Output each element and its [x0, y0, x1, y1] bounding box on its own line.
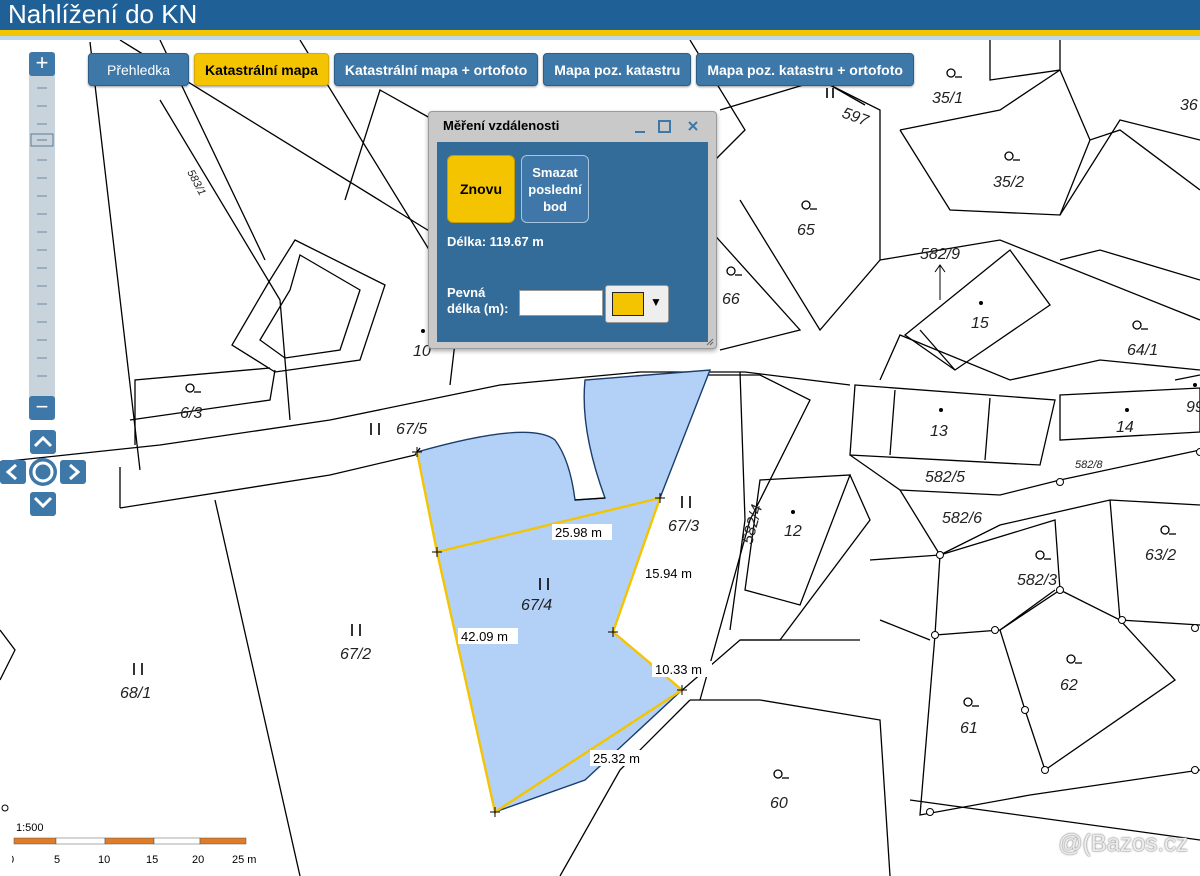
building-13: [849, 384, 1056, 466]
parcel-label: 6/3: [180, 405, 202, 422]
dialog-title: Měření vzdálenosti: [443, 118, 560, 133]
parcel-label: 36: [1180, 97, 1198, 114]
parcel-label: 60: [770, 795, 788, 812]
parcel-67-4-highlight[interactable]: [416, 369, 712, 813]
total-length: Délka: 119.67 m: [447, 234, 544, 249]
scale-tick: 0: [12, 854, 14, 866]
measurement-label: 10.33 m: [655, 662, 702, 677]
parcel-label: 65: [797, 222, 815, 239]
scale-tick: 10: [98, 854, 110, 866]
measurement-label: 25.32 m: [593, 751, 640, 766]
tab-mapa-poz-katastru[interactable]: Mapa poz. katastru: [543, 53, 692, 86]
zoom-out-button[interactable]: −: [29, 396, 55, 420]
parcel-label: 12: [784, 523, 802, 540]
tab-prehledka[interactable]: Přehledka: [88, 53, 190, 86]
parcel-label: 583/1: [184, 168, 208, 198]
zoom-slider-track[interactable]: [29, 52, 55, 420]
road-boundary-top: [0, 371, 851, 463]
parcel-label: 62: [1060, 677, 1078, 694]
parcel-label: 35/1: [932, 90, 963, 107]
parcel-label: 582/6: [942, 510, 982, 527]
color-swatch: [612, 292, 644, 316]
scale-tick: 20: [192, 854, 204, 866]
parcel-label: 67/2: [340, 646, 371, 663]
scale-ratio: 1:500: [16, 822, 44, 834]
close-icon[interactable]: [688, 121, 698, 131]
building-15: [903, 249, 1051, 371]
dropdown-arrow-icon: ▼: [650, 295, 662, 309]
tab-katastralni-mapa[interactable]: Katastrální mapa: [194, 53, 329, 86]
scale-bar: 1:500 0 5 10 15 20 25 m: [12, 822, 256, 866]
parcel-label: 14: [1116, 419, 1134, 436]
parcel-label: 582/9: [920, 246, 960, 263]
parcel-label: 68/1: [120, 685, 151, 702]
scale-tick: 25 m: [232, 854, 256, 866]
measurement-label: 25.98 m: [555, 525, 602, 540]
app-title: Nahlížení do KN: [8, 0, 198, 29]
parcel-label: 582/8: [1075, 459, 1103, 471]
parcel-label: 582/4: [739, 503, 766, 546]
delete-last-point-button[interactable]: Smazat poslední bod: [521, 155, 589, 223]
parcel-label: 64/1: [1127, 342, 1158, 359]
scale-tick: 5: [54, 854, 60, 866]
fixed-length-label: Pevná délka (m):: [447, 285, 509, 316]
pan-control: [0, 430, 86, 516]
fixed-length-input[interactable]: [519, 290, 603, 316]
parcel-label: 35/2: [993, 174, 1024, 191]
parcel-label: 61: [960, 720, 978, 737]
parcel-label: 67/5: [396, 421, 427, 438]
parcel-label: 582/5: [925, 469, 965, 486]
road-boundary-bottom: [119, 447, 421, 509]
measurement-label: 15.94 m: [645, 566, 692, 581]
app-header: Nahlížení do KN: [0, 0, 1200, 30]
parcel-label: 67/3: [668, 518, 699, 535]
parcel-label: 597: [840, 105, 872, 130]
parcel-label: 63/2: [1145, 547, 1176, 564]
pan-up-button[interactable]: [30, 430, 56, 454]
parcel-label: 67/4: [521, 597, 552, 614]
tab-katastralni-mapa-ortofoto[interactable]: Katastrální mapa + ortofoto: [333, 53, 539, 86]
building-12: [744, 474, 851, 606]
zoom-in-button[interactable]: +: [29, 52, 55, 76]
parcel-label: 99: [1186, 399, 1200, 416]
map-type-tabs: Přehledka Katastrální mapa Katastrální m…: [88, 53, 914, 86]
pan-left-button[interactable]: [0, 460, 26, 484]
maximize-icon[interactable]: [658, 120, 671, 133]
parcel-label: 15: [971, 315, 989, 332]
dialog-body: Znovu Smazat poslední bod Délka: 119.67 …: [437, 142, 708, 342]
watermark: @(Bazos.cz: [1058, 830, 1188, 857]
line-color-select[interactable]: ▼: [605, 285, 669, 323]
measure-distance-dialog: Měření vzdálenosti Znovu Smazat poslední…: [428, 111, 717, 349]
scale-tick: 15: [146, 854, 158, 866]
zoom-control: + −: [29, 52, 55, 420]
parcel-label: 13: [930, 423, 948, 440]
parcel-label: 582/3: [1017, 572, 1057, 589]
pan-right-button[interactable]: [60, 460, 86, 484]
resize-handle-icon[interactable]: [706, 338, 714, 346]
again-button[interactable]: Znovu: [447, 155, 515, 223]
tab-mapa-poz-katastru-ortofoto[interactable]: Mapa poz. katastru + ortofoto: [696, 53, 914, 86]
measurement-label: 42.09 m: [461, 629, 508, 644]
parcel-label: 66: [722, 291, 740, 308]
